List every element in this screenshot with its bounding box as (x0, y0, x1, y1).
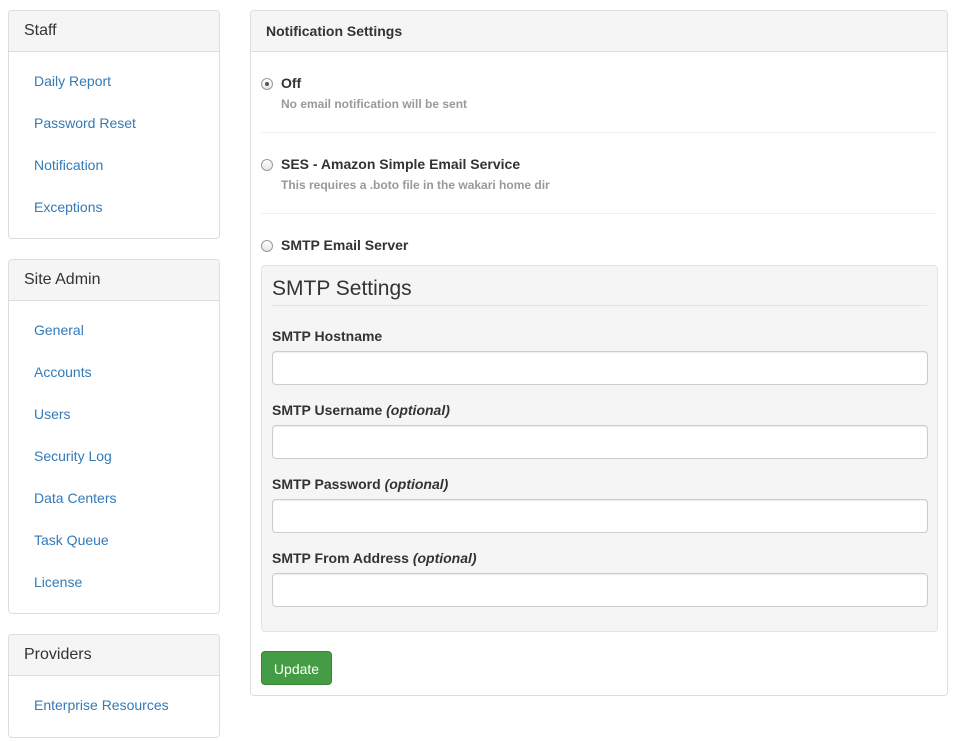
divider (261, 132, 937, 133)
staff-panel: Staff Daily Report Password Reset Notifi… (8, 10, 220, 239)
radio-ses[interactable] (261, 159, 273, 171)
option-smtp-label[interactable]: SMTP Email Server (281, 237, 408, 253)
option-ses-help: This requires a .boto file in the wakari… (281, 178, 550, 192)
option-ses-label[interactable]: SES - Amazon Simple Email Service (281, 156, 520, 172)
smtp-from-address-input[interactable] (272, 573, 928, 607)
smtp-settings-title: SMTP Settings (272, 277, 412, 300)
optional-tag: (optional) (386, 402, 450, 418)
field-label-text: SMTP Hostname (272, 328, 383, 344)
smtp-username-input[interactable] (272, 425, 928, 459)
staff-nav: Daily Report Password Reset Notification… (9, 52, 219, 236)
sidebar-item-exceptions[interactable]: Exceptions (9, 186, 219, 228)
option-ses[interactable]: SES - Amazon Simple Email Service This r… (261, 156, 937, 196)
sidebar-item-security-log[interactable]: Security Log (9, 435, 219, 477)
sidebar-item-users[interactable]: Users (9, 393, 219, 435)
field-label-text: SMTP Username (272, 402, 383, 418)
staff-panel-title: Staff (9, 11, 219, 52)
sidebar-item-general[interactable]: General (9, 309, 219, 351)
option-off-label[interactable]: Off (281, 75, 301, 91)
sidebar-item-daily-report[interactable]: Daily Report (9, 60, 219, 102)
optional-tag: (optional) (384, 476, 449, 492)
sidebar-link[interactable]: Data Centers (34, 490, 116, 506)
smtp-password-input[interactable] (272, 499, 928, 533)
smtp-password-label: SMTP Password (optional) (272, 476, 448, 492)
sidebar-item-license[interactable]: License (9, 561, 219, 603)
page-title: Notification Settings (251, 11, 947, 52)
sidebar-item-accounts[interactable]: Accounts (9, 351, 219, 393)
divider (272, 305, 927, 306)
option-off[interactable]: Off No email notification will be sent (261, 75, 937, 115)
smtp-hostname-input[interactable] (272, 351, 928, 385)
sidebar-item-password-reset[interactable]: Password Reset (9, 102, 219, 144)
update-button[interactable]: Update (261, 651, 332, 685)
sidebar-item-data-centers[interactable]: Data Centers (9, 477, 219, 519)
sidebar-link[interactable]: Task Queue (34, 532, 109, 548)
smtp-username-label: SMTP Username (optional) (272, 402, 450, 418)
providers-panel: Providers Enterprise Resources (8, 634, 220, 738)
sidebar-link[interactable]: Users (34, 406, 71, 422)
smtp-hostname-label: SMTP Hostname (272, 328, 382, 344)
option-off-help: No email notification will be sent (281, 97, 468, 111)
sidebar-link[interactable]: Exceptions (34, 199, 102, 215)
sidebar-link[interactable]: License (34, 574, 82, 590)
sidebar-link[interactable]: Notification (34, 157, 103, 173)
sidebar-item-task-queue[interactable]: Task Queue (9, 519, 219, 561)
site-admin-nav: General Accounts Users Security Log Data… (9, 301, 219, 611)
field-label-text: SMTP From Address (272, 550, 409, 566)
sidebar-item-enterprise-resources[interactable]: Enterprise Resources (9, 684, 219, 726)
notification-settings-panel: Notification Settings Off No email notif… (250, 10, 948, 696)
divider (261, 213, 937, 214)
sidebar-link[interactable]: Accounts (34, 364, 92, 380)
site-admin-panel: Site Admin General Accounts Users Securi… (8, 259, 220, 614)
providers-panel-title: Providers (9, 635, 219, 676)
providers-nav: Enterprise Resources (9, 676, 219, 734)
sidebar-link[interactable]: Password Reset (34, 115, 136, 131)
sidebar-link[interactable]: Enterprise Resources (34, 697, 169, 713)
smtp-from-address-label: SMTP From Address (optional) (272, 550, 477, 566)
smtp-settings-well: SMTP Settings SMTP Hostname SMTP Usernam… (261, 265, 938, 632)
sidebar-link[interactable]: Security Log (34, 448, 112, 464)
sidebar-link[interactable]: Daily Report (34, 73, 111, 89)
site-admin-panel-title: Site Admin (9, 260, 219, 301)
option-smtp[interactable]: SMTP Email Server (261, 237, 937, 257)
radio-off[interactable] (261, 78, 273, 90)
optional-tag: (optional) (412, 550, 477, 566)
sidebar-link[interactable]: General (34, 322, 84, 338)
field-label-text: SMTP Password (272, 476, 381, 492)
sidebar-item-notification[interactable]: Notification (9, 144, 219, 186)
radio-smtp[interactable] (261, 240, 273, 252)
